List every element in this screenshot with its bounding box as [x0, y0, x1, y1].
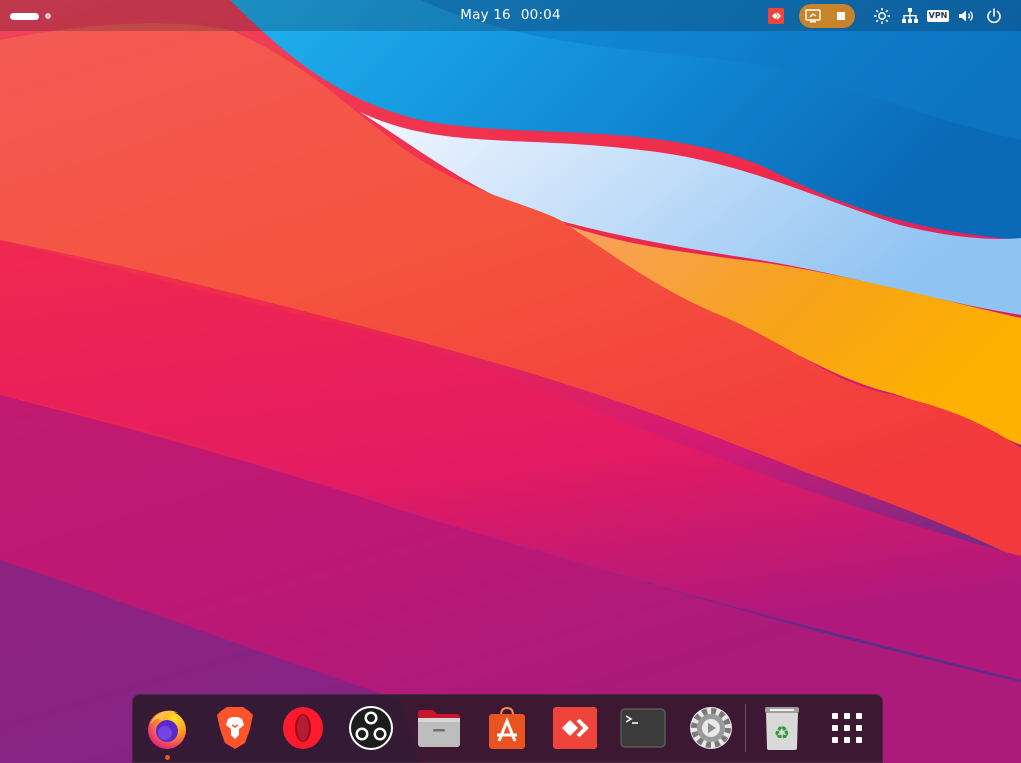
night-light-icon: [872, 6, 892, 26]
vpn-icon: VPN: [926, 6, 950, 26]
trash-icon: ♻: [765, 707, 799, 750]
settings-gear-icon: [690, 707, 732, 749]
dock-item-ubuntu-software[interactable]: [482, 703, 532, 753]
desktop-wallpaper: [0, 0, 1021, 763]
files-icon: [418, 710, 460, 747]
stop-recording-icon[interactable]: [831, 6, 851, 26]
time-label: 00:04: [520, 7, 561, 23]
app-store-icon: [489, 706, 525, 749]
volume-icon: [956, 6, 976, 26]
vpn-label: VPN: [926, 9, 950, 22]
network-wired-icon: [900, 6, 920, 26]
dock-item-opera[interactable]: [278, 703, 328, 753]
dock-item-firefox[interactable]: [142, 703, 192, 760]
opera-icon: [283, 707, 323, 749]
firefox-icon: [148, 710, 186, 749]
svg-text:♻: ♻: [774, 723, 790, 744]
date-time-menu[interactable]: May 16 00:04: [0, 7, 1021, 23]
dock-item-settings[interactable]: [686, 703, 736, 753]
power-icon: [984, 6, 1004, 26]
anydesk-icon: [766, 6, 786, 26]
screen-recording-indicator[interactable]: [799, 4, 855, 28]
brave-icon: [217, 707, 253, 749]
top-bar: May 16 00:04 VPN: [0, 0, 1021, 31]
dock-item-show-applications[interactable]: [822, 703, 872, 753]
dock-separator: [745, 704, 746, 752]
date-label: May 16: [460, 7, 511, 23]
running-indicator: [165, 755, 170, 760]
system-menu[interactable]: VPN: [872, 0, 1004, 31]
dock: ♻: [132, 694, 883, 763]
dock-item-files[interactable]: [414, 703, 464, 753]
dock-item-anydesk[interactable]: [550, 703, 600, 753]
dock-item-brave[interactable]: [210, 703, 260, 753]
dock-item-obs[interactable]: [346, 703, 396, 753]
screen-share-icon: [803, 6, 823, 26]
anydesk-tray-indicator[interactable]: [766, 0, 786, 31]
dock-item-terminal[interactable]: [618, 703, 668, 753]
terminal-icon: [620, 708, 666, 748]
obs-icon: [349, 706, 393, 750]
dock-item-trash[interactable]: ♻: [757, 703, 807, 753]
app-grid-icon: [832, 713, 862, 743]
anydesk-icon: [553, 707, 597, 749]
